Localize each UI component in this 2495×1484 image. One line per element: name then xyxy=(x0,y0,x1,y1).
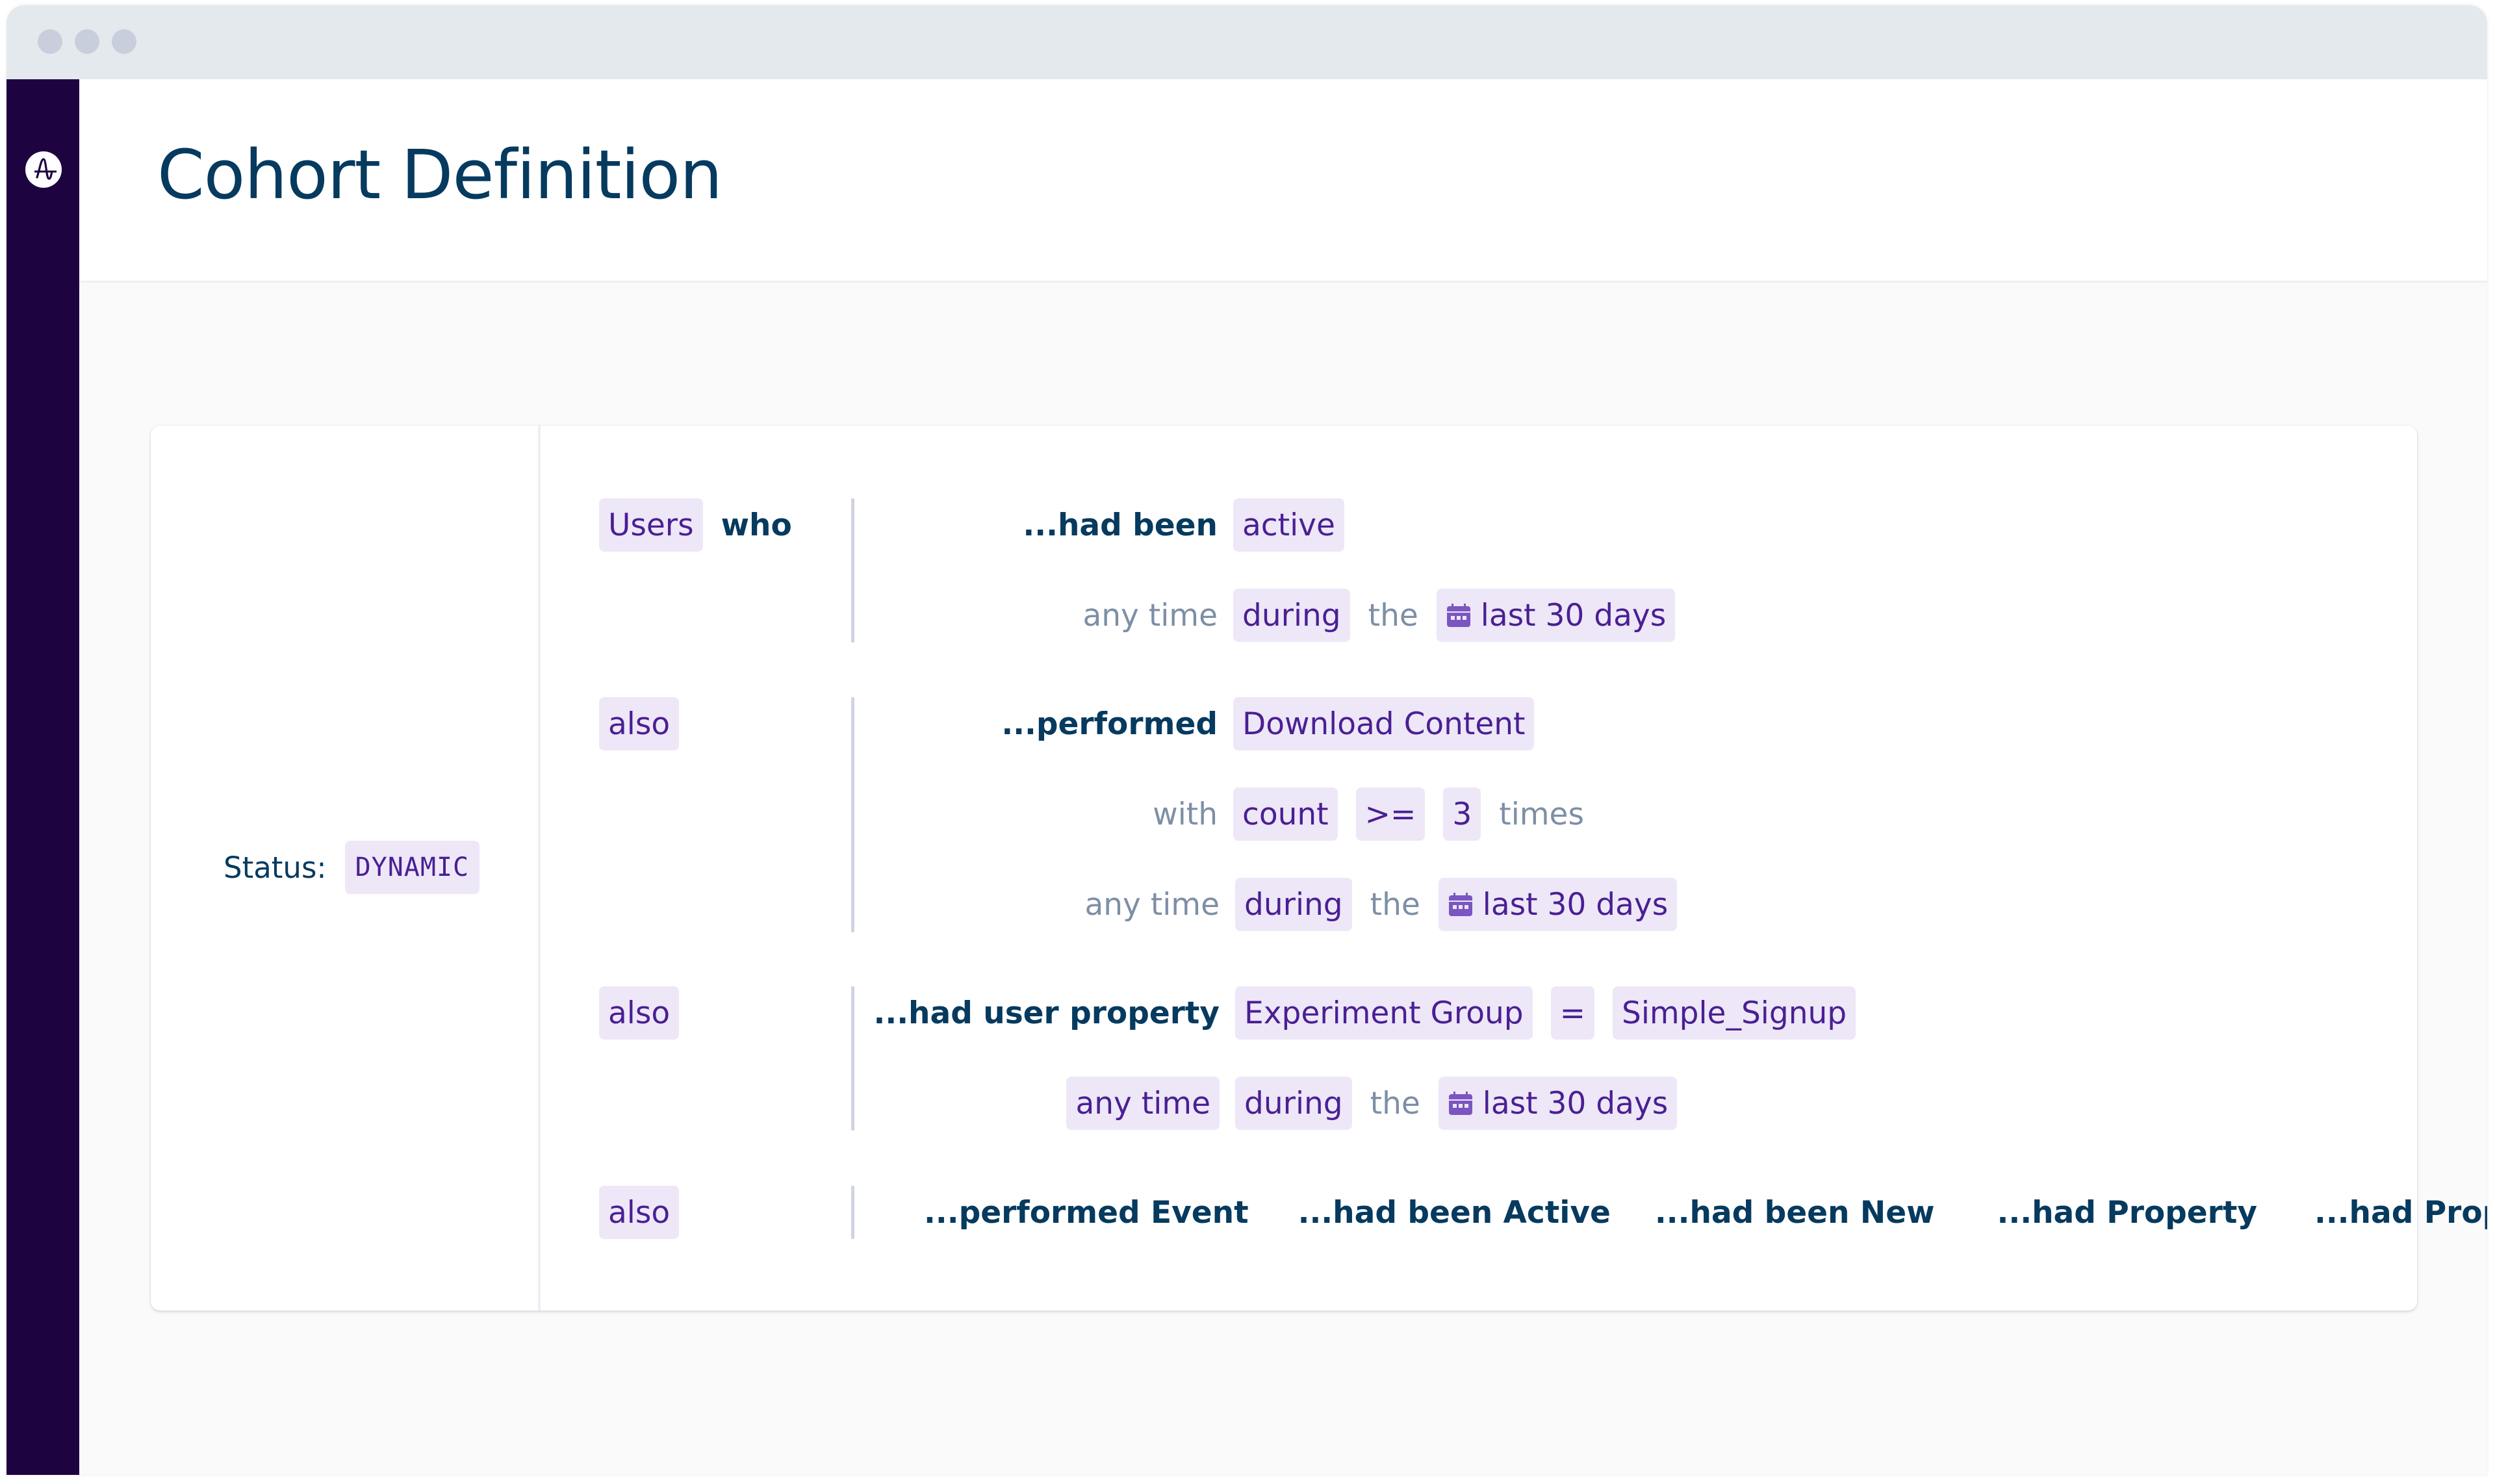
status-badge[interactable]: DYNAMIC xyxy=(344,841,480,894)
sidebar xyxy=(6,79,79,1475)
status-section: Status: DYNAMIC xyxy=(224,841,480,894)
row-4-subject: also xyxy=(599,1186,680,1239)
row-1-line-1-label-area: ...had been xyxy=(852,498,1218,552)
operator-selector[interactable]: >= xyxy=(1355,787,1426,841)
count-selector[interactable]: count xyxy=(1233,787,1338,841)
date-range-label: last 30 days xyxy=(1480,597,1667,633)
cohort-definition-card: Status: DYNAMIC Users who ...had been ac… xyxy=(151,426,2487,1311)
also-selector[interactable]: also xyxy=(599,1186,680,1239)
times-label: times xyxy=(1499,796,1584,832)
date-range-label: last 30 days xyxy=(1482,1085,1669,1121)
operator-selector[interactable]: = xyxy=(1550,986,1594,1040)
performed-label: ...performed xyxy=(1001,706,1218,742)
row-1-subject: Users who xyxy=(599,498,792,552)
option-had-been-active[interactable]: ...had been Active xyxy=(1298,1195,1611,1231)
row-3-line-1-label-area: ...had user property xyxy=(852,986,1220,1040)
page-title: Cohort Definition xyxy=(157,135,723,214)
date-range-selector[interactable]: last 30 days xyxy=(1438,1077,1678,1130)
property-selector[interactable]: Experiment Group xyxy=(1235,986,1533,1040)
row-2-line-1: Download Content xyxy=(1233,697,1535,750)
also-selector[interactable]: also xyxy=(599,697,680,750)
the-label: the xyxy=(1368,597,1418,633)
row-3-line-2-label-area: any time xyxy=(852,1077,1220,1130)
row-2-line-3-label-area: any time xyxy=(852,878,1220,931)
option-had-been-new[interactable]: ...had been New xyxy=(1655,1195,1935,1231)
date-range-selector[interactable]: last 30 days xyxy=(1436,589,1676,642)
count-value-input[interactable]: 3 xyxy=(1443,787,1481,841)
row-4-connector xyxy=(851,1186,854,1239)
had-been-label: ...had been xyxy=(1023,507,1218,543)
calendar-icon xyxy=(1448,893,1472,916)
event-selector[interactable]: Download Content xyxy=(1233,697,1535,750)
the-label: the xyxy=(1370,1085,1420,1121)
window-minimize-dot[interactable] xyxy=(75,29,99,54)
window-close-dot[interactable] xyxy=(38,29,62,54)
had-user-property-label: ...had user property xyxy=(873,995,1220,1031)
the-label: the xyxy=(1370,886,1420,923)
row-1-line-1: active xyxy=(1233,498,1344,552)
with-label: with xyxy=(1153,796,1218,832)
row-1-line-2-label-area: any time xyxy=(852,589,1218,642)
during-selector[interactable]: during xyxy=(1235,878,1352,931)
during-selector[interactable]: during xyxy=(1235,1077,1352,1130)
who-label: who xyxy=(721,507,792,543)
row-2-subject: also xyxy=(599,697,680,750)
window-maximize-dot[interactable] xyxy=(112,29,136,54)
row-3-subject: also xyxy=(599,986,680,1040)
status-label: Status: xyxy=(224,850,327,885)
row-3-line-2: during the last 30 days xyxy=(1235,1077,1678,1130)
row-3-line-1: Experiment Group = Simple_Signup xyxy=(1235,986,1856,1040)
during-selector[interactable]: during xyxy=(1233,589,1350,642)
date-range-label: last 30 days xyxy=(1482,886,1669,923)
date-range-selector[interactable]: last 30 days xyxy=(1438,878,1678,931)
option-had-propensity[interactable]: ...had Propensity xyxy=(2314,1195,2487,1231)
page-header: Cohort Definition xyxy=(79,79,2487,283)
row-2-line-3: during the last 30 days xyxy=(1235,878,1678,931)
any-time-label: any time xyxy=(1082,597,1218,633)
amplitude-logo-icon[interactable] xyxy=(25,151,62,188)
row-2-line-1-label-area: ...performed xyxy=(852,697,1218,750)
property-value-selector[interactable]: Simple_Signup xyxy=(1612,986,1856,1040)
calendar-icon xyxy=(1446,604,1470,627)
option-performed-event[interactable]: ...performed Event xyxy=(924,1195,1249,1231)
add-condition-options: ...performed Event ...had been Active ..… xyxy=(924,1186,2487,1239)
option-had-property[interactable]: ...had Property xyxy=(1997,1195,2257,1231)
app-window: Cohort Definition Status: DYNAMIC Users … xyxy=(6,5,2487,1475)
row-1-line-2: during the last 30 days xyxy=(1233,589,1676,642)
calendar-icon xyxy=(1448,1092,1472,1115)
card-divider xyxy=(538,426,541,1311)
window-titlebar xyxy=(6,5,2487,79)
row-2-line-2: count >= 3 times xyxy=(1233,787,1584,841)
also-selector[interactable]: also xyxy=(599,986,680,1040)
users-selector[interactable]: Users xyxy=(599,498,703,552)
any-time-label: any time xyxy=(1084,886,1220,923)
row-2-line-2-label-area: with xyxy=(852,787,1218,841)
any-time-selector[interactable]: any time xyxy=(1066,1077,1220,1130)
active-selector[interactable]: active xyxy=(1233,498,1344,552)
